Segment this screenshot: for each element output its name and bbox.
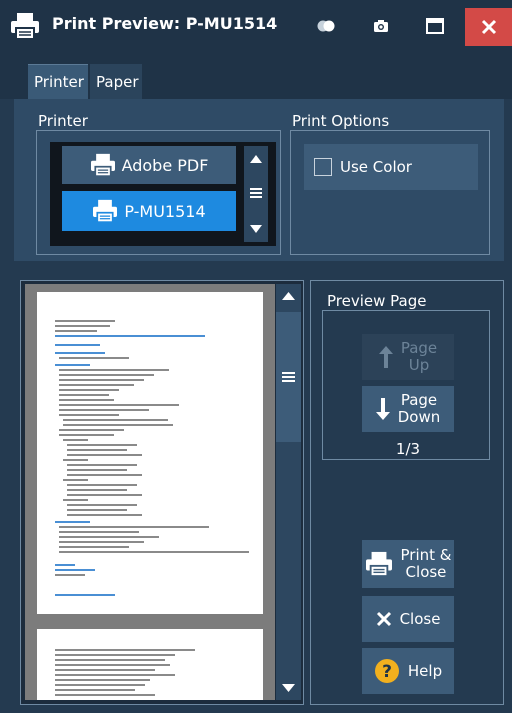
maximize-button[interactable]	[413, 0, 457, 52]
camera-icon	[374, 20, 388, 32]
toggle-icon	[317, 20, 335, 32]
printer-icon	[90, 153, 115, 177]
page-down-label-line2: Down	[397, 408, 441, 426]
checkbox-icon[interactable]	[314, 158, 332, 176]
maximize-icon	[426, 18, 444, 34]
help-button[interactable]: ? Help	[362, 648, 454, 694]
printer-icon	[365, 551, 392, 577]
tab-paper[interactable]: Paper	[90, 64, 142, 99]
page-down-button[interactable]: Page Down	[362, 386, 454, 432]
page-up-label-line1: Page	[400, 339, 438, 357]
use-color-checkbox[interactable]: Use Color	[304, 144, 478, 190]
preview-page-2	[37, 629, 263, 700]
page-down-label-line1: Page	[400, 391, 438, 409]
screenshot-button[interactable]	[360, 0, 402, 52]
printer-list-scrollbar[interactable]	[244, 146, 268, 242]
printer-item-label: P-MU1514	[124, 201, 206, 221]
scroll-up-icon[interactable]	[282, 292, 295, 300]
printer-item-p-mu1514[interactable]: P-MU1514	[62, 191, 236, 231]
window-title: Print Preview: P-MU1514	[52, 14, 278, 33]
printer-item-adobe-pdf[interactable]: Adobe PDF	[62, 146, 236, 184]
scroll-down-icon[interactable]	[250, 225, 262, 233]
scroll-down-icon[interactable]	[282, 684, 295, 692]
printer-icon	[10, 12, 40, 40]
preview-scrollbar[interactable]	[276, 284, 301, 700]
scroll-thumb-icon[interactable]	[250, 192, 262, 194]
window-close-button[interactable]	[465, 8, 512, 46]
svg-text:?: ?	[382, 662, 392, 682]
page-up-button[interactable]: Page Up	[362, 334, 454, 380]
theme-toggle-button[interactable]	[305, 0, 347, 52]
close-icon	[376, 611, 391, 627]
print-options-title: Print Options	[292, 112, 390, 130]
scroll-up-icon[interactable]	[250, 155, 262, 163]
printer-group-title: Printer	[38, 112, 88, 130]
use-color-label: Use Color	[340, 158, 412, 176]
print-close-label-line2: Close	[405, 563, 447, 581]
page-indicator: 1/3	[395, 440, 421, 458]
arrow-up-icon	[378, 346, 393, 368]
close-icon	[481, 19, 496, 35]
preview-page-title: Preview Page	[327, 292, 427, 310]
close-label: Close	[399, 610, 441, 628]
arrow-down-icon	[375, 398, 390, 420]
preview-canvas[interactable]	[25, 284, 275, 700]
preview-page-1	[37, 292, 263, 614]
tab-printer[interactable]: Printer	[28, 64, 88, 99]
help-icon: ?	[374, 659, 399, 683]
print-close-label-line1: Print &	[400, 546, 452, 564]
page-up-label-line2: Up	[408, 356, 430, 374]
preview-page-group	[322, 310, 490, 460]
close-button[interactable]: Close	[362, 596, 454, 642]
help-label: Help	[407, 662, 443, 680]
print-and-close-button[interactable]: Print & Close	[362, 540, 454, 588]
printer-item-label: Adobe PDF	[121, 155, 209, 175]
printer-icon	[93, 199, 118, 223]
